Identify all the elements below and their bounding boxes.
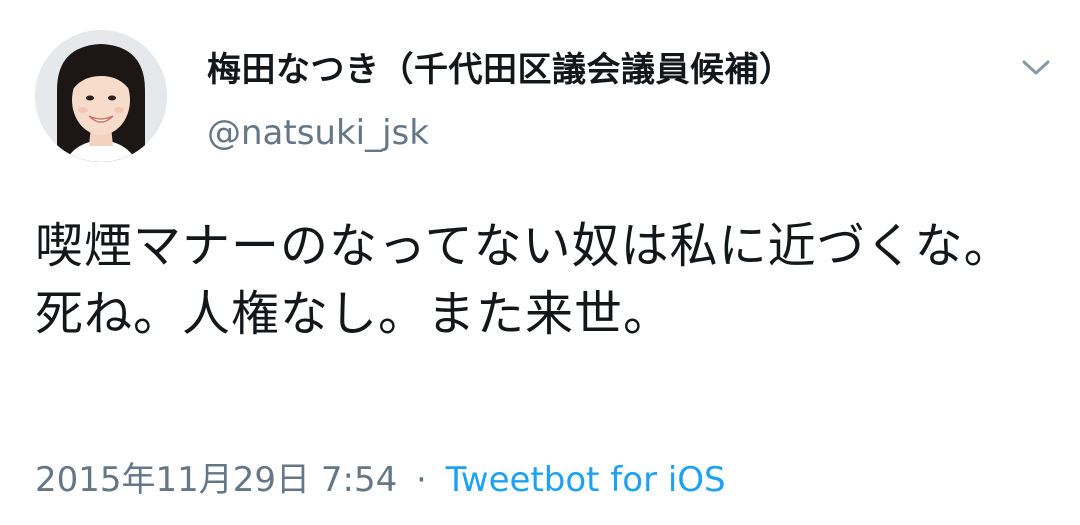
tweet-text: 喫煙マナーのなってない奴は私に近づくな。死ね。人権なし。また来世。 — [35, 218, 1013, 342]
avatar-photo — [35, 30, 167, 162]
tweet-card: 梅田なつき（千代田区議会議員候補） @natsuki_jsk 喫煙マナーのなって… — [0, 0, 1080, 525]
chevron-down-icon[interactable] — [1018, 54, 1054, 80]
author-handle[interactable]: @natsuki_jsk — [207, 113, 429, 153]
author-display-name[interactable]: 梅田なつき（千代田区議会議員候補） — [207, 42, 794, 91]
author-avatar[interactable] — [35, 30, 167, 162]
tweet-meta: 2015年11月29日 7:54 · Tweetbot for iOS — [35, 452, 726, 501]
meta-separator: · — [416, 460, 427, 500]
tweet-timestamp[interactable]: 2015年11月29日 7:54 — [35, 460, 397, 500]
tweet-source-link[interactable]: Tweetbot for iOS — [446, 460, 726, 500]
